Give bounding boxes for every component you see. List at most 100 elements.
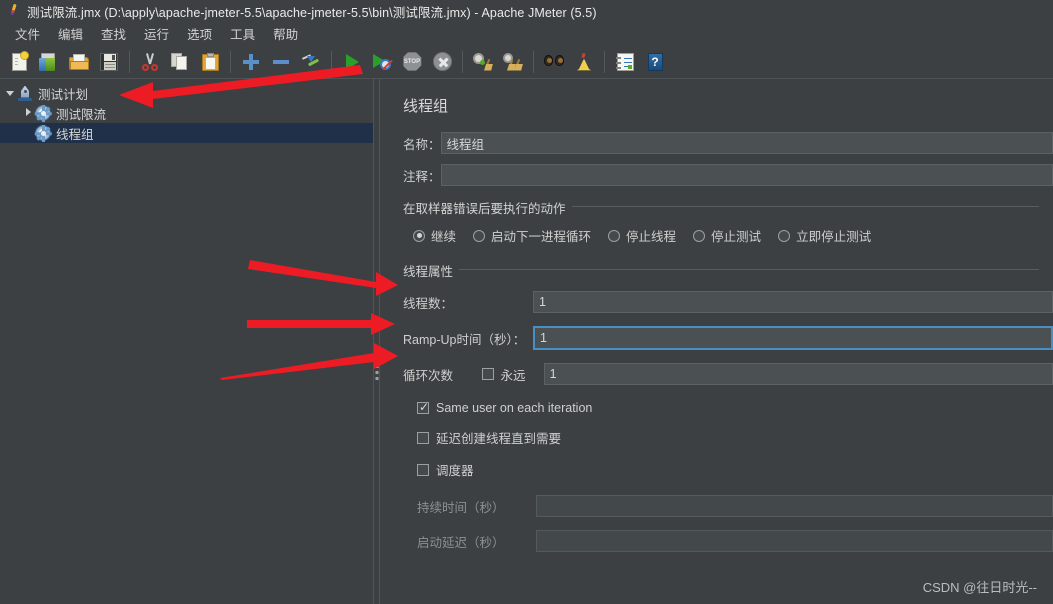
new-document-icon xyxy=(11,50,29,71)
ramp-up-input[interactable] xyxy=(533,326,1053,350)
comment-row: 注释： xyxy=(403,164,1053,186)
copy-icon xyxy=(171,52,189,71)
cut-button[interactable] xyxy=(137,49,163,75)
splitter-grip-icon[interactable] xyxy=(375,362,378,383)
scheduler-checkbox[interactable] xyxy=(417,463,429,476)
same-user-row[interactable]: Same user on each iteration xyxy=(417,400,1053,415)
radio-label: 停止测试 xyxy=(711,230,762,244)
ramp-up-label: Ramp-Up时间（秒）： xyxy=(403,332,526,347)
toggle-icon xyxy=(301,53,320,70)
help-book-icon: ? xyxy=(647,52,663,71)
menu-item-tools[interactable]: 工具 xyxy=(221,22,264,45)
delayed-start-checkbox[interactable] xyxy=(417,431,429,444)
shutdown-button[interactable] xyxy=(429,49,455,75)
radio-button-icon[interactable] xyxy=(778,229,791,242)
bell-broom-icon xyxy=(576,52,592,71)
radio-button-icon[interactable] xyxy=(608,229,621,242)
open-button[interactable] xyxy=(66,49,92,75)
tree-node-test-plan[interactable]: 测试计划 xyxy=(0,83,373,103)
tree-node-label: 测试限流 xyxy=(56,107,107,122)
sampler-error-action-group: 在取样器错误后要执行的动作 继续 启动下一进程循环 停止线程 停止测试 立即停止… xyxy=(403,198,1053,249)
copy-button[interactable] xyxy=(167,49,193,75)
duration-label: 持续时间（秒） xyxy=(417,500,505,515)
clear-button[interactable] xyxy=(470,49,496,75)
search-button[interactable] xyxy=(541,49,567,75)
menu-item-run[interactable]: 运行 xyxy=(135,22,178,45)
same-user-checkbox[interactable] xyxy=(417,400,429,414)
templates-icon xyxy=(39,52,59,71)
num-threads-row: 线程数： xyxy=(403,291,1053,313)
menu-item-help[interactable]: 帮助 xyxy=(264,22,307,45)
loop-count-input[interactable] xyxy=(543,363,1053,385)
test-plan-tree[interactable]: 测试计划 测试限流 线程组 xyxy=(0,79,373,604)
shutdown-icon xyxy=(432,52,452,71)
function-helper-button[interactable] xyxy=(612,49,638,75)
watermark: CSDN @往日时光-- xyxy=(922,580,1037,595)
minus-icon xyxy=(273,54,289,70)
toolbar-separator xyxy=(331,50,332,73)
expand-all-button[interactable] xyxy=(238,49,264,75)
paste-button[interactable] xyxy=(197,49,223,75)
clear-all-button[interactable] xyxy=(500,49,526,75)
duration-input[interactable] xyxy=(536,495,1053,517)
radio-button-icon[interactable] xyxy=(693,229,706,242)
notepad-icon xyxy=(615,52,634,71)
delayed-start-row[interactable]: 延迟创建线程直到需要 xyxy=(417,428,1053,447)
comment-input[interactable] xyxy=(440,164,1053,186)
save-disk-icon xyxy=(100,52,118,71)
radio-label: 继续 xyxy=(431,230,457,244)
radio-button-icon[interactable] xyxy=(413,229,425,242)
forever-checkbox[interactable] xyxy=(481,368,494,380)
menu-item-options[interactable]: 选项 xyxy=(178,22,221,45)
radio-stop-test[interactable]: 停止测试 xyxy=(693,226,761,245)
tree-node-thread-group-1[interactable]: 测试限流 xyxy=(0,103,373,123)
menu-item-edit[interactable]: 编辑 xyxy=(49,22,92,45)
main-area: 测试计划 测试限流 线程组 线程组 名称： 线程组 注释： 在取样器错误后要执行… xyxy=(0,79,1053,604)
save-button[interactable] xyxy=(96,49,122,75)
toolbar-separator xyxy=(533,50,534,73)
startup-delay-row: 启动延迟（秒） xyxy=(417,530,1053,552)
thread-properties-group: 线程属性 线程数： Ramp-Up时间（秒）： 循环次数 永远 xyxy=(403,261,1053,552)
menu-item-search[interactable]: 查找 xyxy=(92,22,135,45)
start-button[interactable] xyxy=(339,49,365,75)
startup-delay-label: 启动延迟（秒） xyxy=(417,535,505,550)
menu-item-file[interactable]: 文件 xyxy=(6,22,49,45)
radio-stop-test-now[interactable]: 立即停止测试 xyxy=(778,226,871,245)
help-button[interactable]: ? xyxy=(642,49,668,75)
radio-stop-thread[interactable]: 停止线程 xyxy=(608,226,676,245)
same-user-label: Same user on each iteration xyxy=(436,401,593,415)
play-no-pauses-icon xyxy=(373,53,391,70)
toolbar: STOP ? xyxy=(0,45,1053,79)
open-folder-icon xyxy=(69,53,89,70)
tree-node-thread-group-selected[interactable]: 线程组 xyxy=(0,123,373,143)
scheduler-label: 调度器 xyxy=(436,464,474,478)
chevron-right-icon[interactable] xyxy=(20,107,36,119)
radio-continue[interactable]: 继续 xyxy=(413,226,456,245)
toolbar-separator xyxy=(129,50,130,73)
paste-icon xyxy=(201,52,219,71)
sampler-error-action-title: 在取样器错误后要执行的动作 xyxy=(403,198,572,217)
num-threads-input[interactable] xyxy=(533,291,1053,313)
toggle-button[interactable] xyxy=(298,49,324,75)
panel-splitter[interactable] xyxy=(373,79,380,604)
window-title: 测试限流.jmx (D:\apply\apache-jmeter-5.5\apa… xyxy=(27,5,597,20)
stop-button[interactable]: STOP xyxy=(399,49,425,75)
toolbar-separator xyxy=(230,50,231,73)
start-no-pauses-button[interactable] xyxy=(369,49,395,75)
chevron-down-icon[interactable] xyxy=(2,88,18,99)
radio-button-icon[interactable] xyxy=(473,229,486,242)
new-button[interactable] xyxy=(6,49,32,75)
tree-node-label: 测试计划 xyxy=(38,87,89,102)
reset-search-button[interactable] xyxy=(571,49,597,75)
radio-start-next-loop[interactable]: 启动下一进程循环 xyxy=(473,226,591,245)
radio-label: 启动下一进程循环 xyxy=(491,230,592,244)
startup-delay-input[interactable] xyxy=(536,530,1053,552)
ramp-up-row: Ramp-Up时间（秒）： xyxy=(403,326,1053,350)
templates-button[interactable] xyxy=(36,49,62,75)
loop-count-row: 循环次数 永远 xyxy=(403,363,1053,385)
title-bar: 测试限流.jmx (D:\apply\apache-jmeter-5.5\apa… xyxy=(0,0,1053,22)
name-input[interactable] xyxy=(440,132,1053,154)
scheduler-row[interactable]: 调度器 xyxy=(417,460,1053,479)
page-title: 线程组 xyxy=(403,98,449,115)
collapse-all-button[interactable] xyxy=(268,49,294,75)
